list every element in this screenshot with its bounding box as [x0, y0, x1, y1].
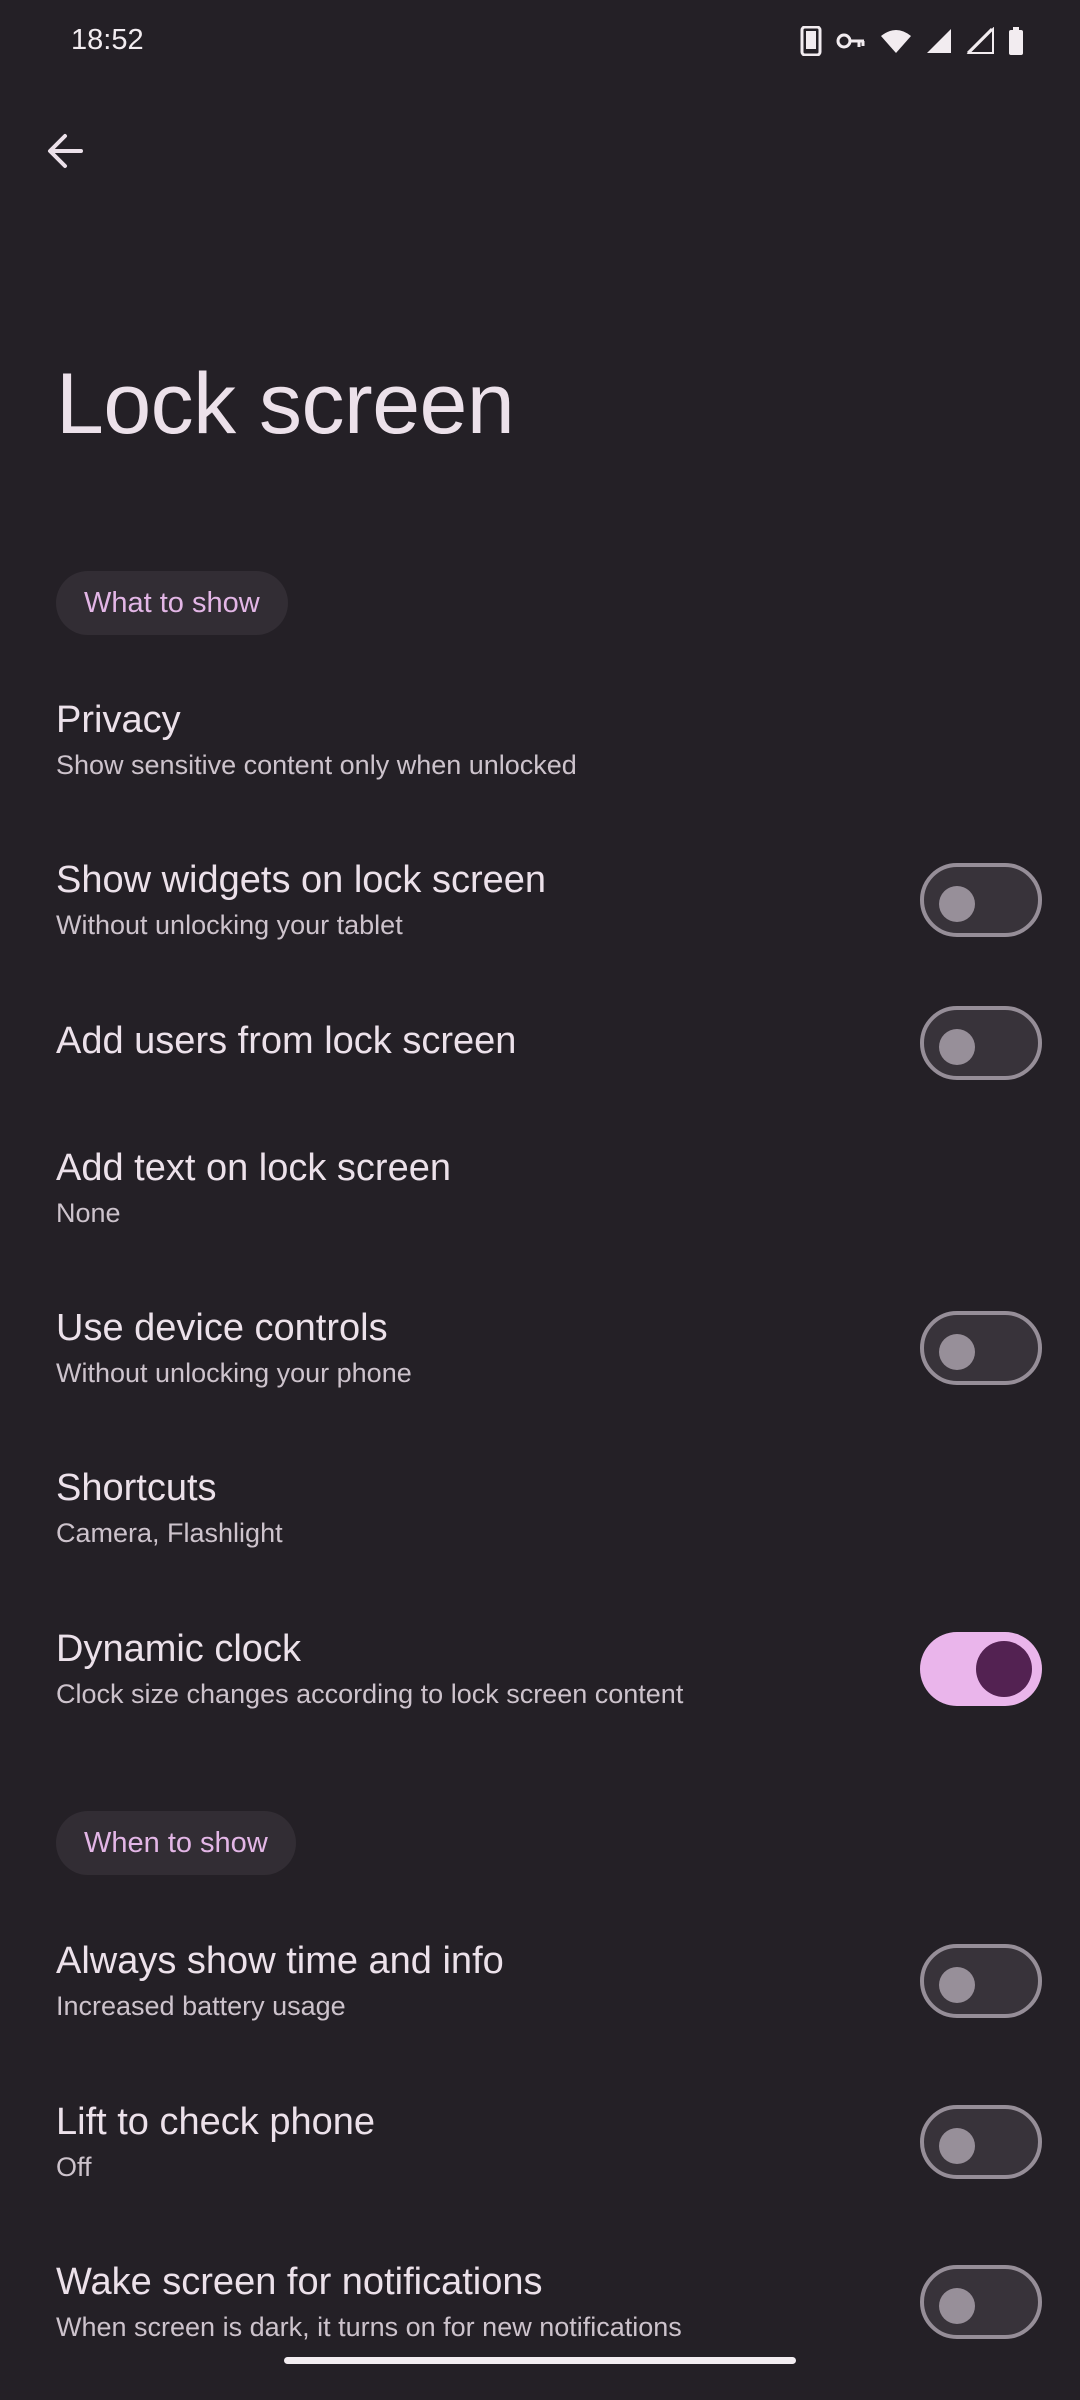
toggle-thumb	[939, 2128, 975, 2164]
status-icons: 4	[800, 26, 1024, 56]
dynamic-clock-toggle[interactable]	[920, 1632, 1042, 1706]
battery-icon	[1009, 27, 1023, 55]
no-data-icon	[966, 27, 994, 55]
device-controls-toggle[interactable]	[920, 1311, 1042, 1385]
add-users-toggle[interactable]	[920, 1006, 1042, 1080]
home-indicator[interactable]	[284, 2357, 796, 2364]
add-text-title: Add text on lock screen	[56, 1147, 451, 1189]
vpn-key-icon	[836, 33, 865, 49]
lift-to-check-toggle[interactable]	[920, 2105, 1042, 2179]
dynamic-clock-subtitle: Clock size changes according to lock scr…	[56, 1679, 684, 1709]
add-users-title: Add users from lock screen	[56, 1020, 517, 1062]
signal-icon	[927, 29, 951, 53]
wake-screen-title: Wake screen for notifications	[56, 2261, 543, 2303]
wake-screen-toggle[interactable]	[920, 2265, 1042, 2339]
dynamic-clock-title: Dynamic clock	[56, 1628, 301, 1670]
phone-icon	[800, 26, 822, 56]
wake-screen-item[interactable]: Wake screen for notifications When scree…	[0, 2227, 1080, 2377]
add-users-item[interactable]: Add users from lock screen	[0, 968, 1080, 1118]
add-text-subtitle: None	[56, 1198, 121, 1228]
show-widgets-item[interactable]: Show widgets on lock screen Without unlo…	[0, 825, 1080, 975]
wifi-icon: 4	[881, 30, 911, 54]
add-text-item[interactable]: Add text on lock screen None	[0, 1130, 1080, 1280]
toggle-thumb	[976, 1641, 1032, 1697]
svg-text:4: 4	[901, 44, 907, 54]
shortcuts-title: Shortcuts	[56, 1467, 217, 1509]
privacy-title: Privacy	[56, 699, 181, 741]
privacy-subtitle: Show sensitive content only when unlocke…	[56, 750, 577, 780]
toggle-thumb	[939, 2288, 975, 2324]
privacy-item[interactable]: Privacy Show sensitive content only when…	[0, 670, 1080, 820]
always-show-title: Always show time and info	[56, 1940, 504, 1982]
status-bar: 18:52 4	[0, 0, 1080, 90]
arrow-back-icon	[48, 134, 83, 168]
page-title: Lock screen	[56, 356, 515, 452]
show-widgets-subtitle: Without unlocking your tablet	[56, 910, 403, 940]
toggle-thumb	[939, 886, 975, 922]
toggle-thumb	[939, 1334, 975, 1370]
always-show-toggle[interactable]	[920, 1944, 1042, 2018]
lift-to-check-title: Lift to check phone	[56, 2101, 375, 2143]
always-show-subtitle: Increased battery usage	[56, 1991, 346, 2021]
shortcuts-subtitle: Camera, Flashlight	[56, 1518, 283, 1548]
section-what-to-show: What to show	[56, 571, 288, 635]
device-controls-title: Use device controls	[56, 1307, 388, 1349]
always-show-item[interactable]: Always show time and info Increased batt…	[0, 1906, 1080, 2056]
lift-to-check-item[interactable]: Lift to check phone Off	[0, 2067, 1080, 2217]
wake-screen-subtitle: When screen is dark, it turns on for new…	[56, 2312, 682, 2342]
show-widgets-toggle[interactable]	[920, 863, 1042, 937]
toggle-thumb	[939, 1029, 975, 1065]
back-button[interactable]	[36, 122, 94, 180]
show-widgets-title: Show widgets on lock screen	[56, 859, 547, 901]
device-controls-subtitle: Without unlocking your phone	[56, 1358, 412, 1388]
dynamic-clock-item[interactable]: Dynamic clock Clock size changes accordi…	[0, 1594, 1080, 1744]
device-controls-item[interactable]: Use device controls Without unlocking yo…	[0, 1272, 1080, 1422]
lift-to-check-subtitle: Off	[56, 2152, 92, 2182]
toggle-thumb	[939, 1967, 975, 2003]
status-time: 18:52	[71, 24, 144, 56]
section-when-to-show: When to show	[56, 1811, 296, 1875]
shortcuts-item[interactable]: Shortcuts Camera, Flashlight	[0, 1432, 1080, 1582]
